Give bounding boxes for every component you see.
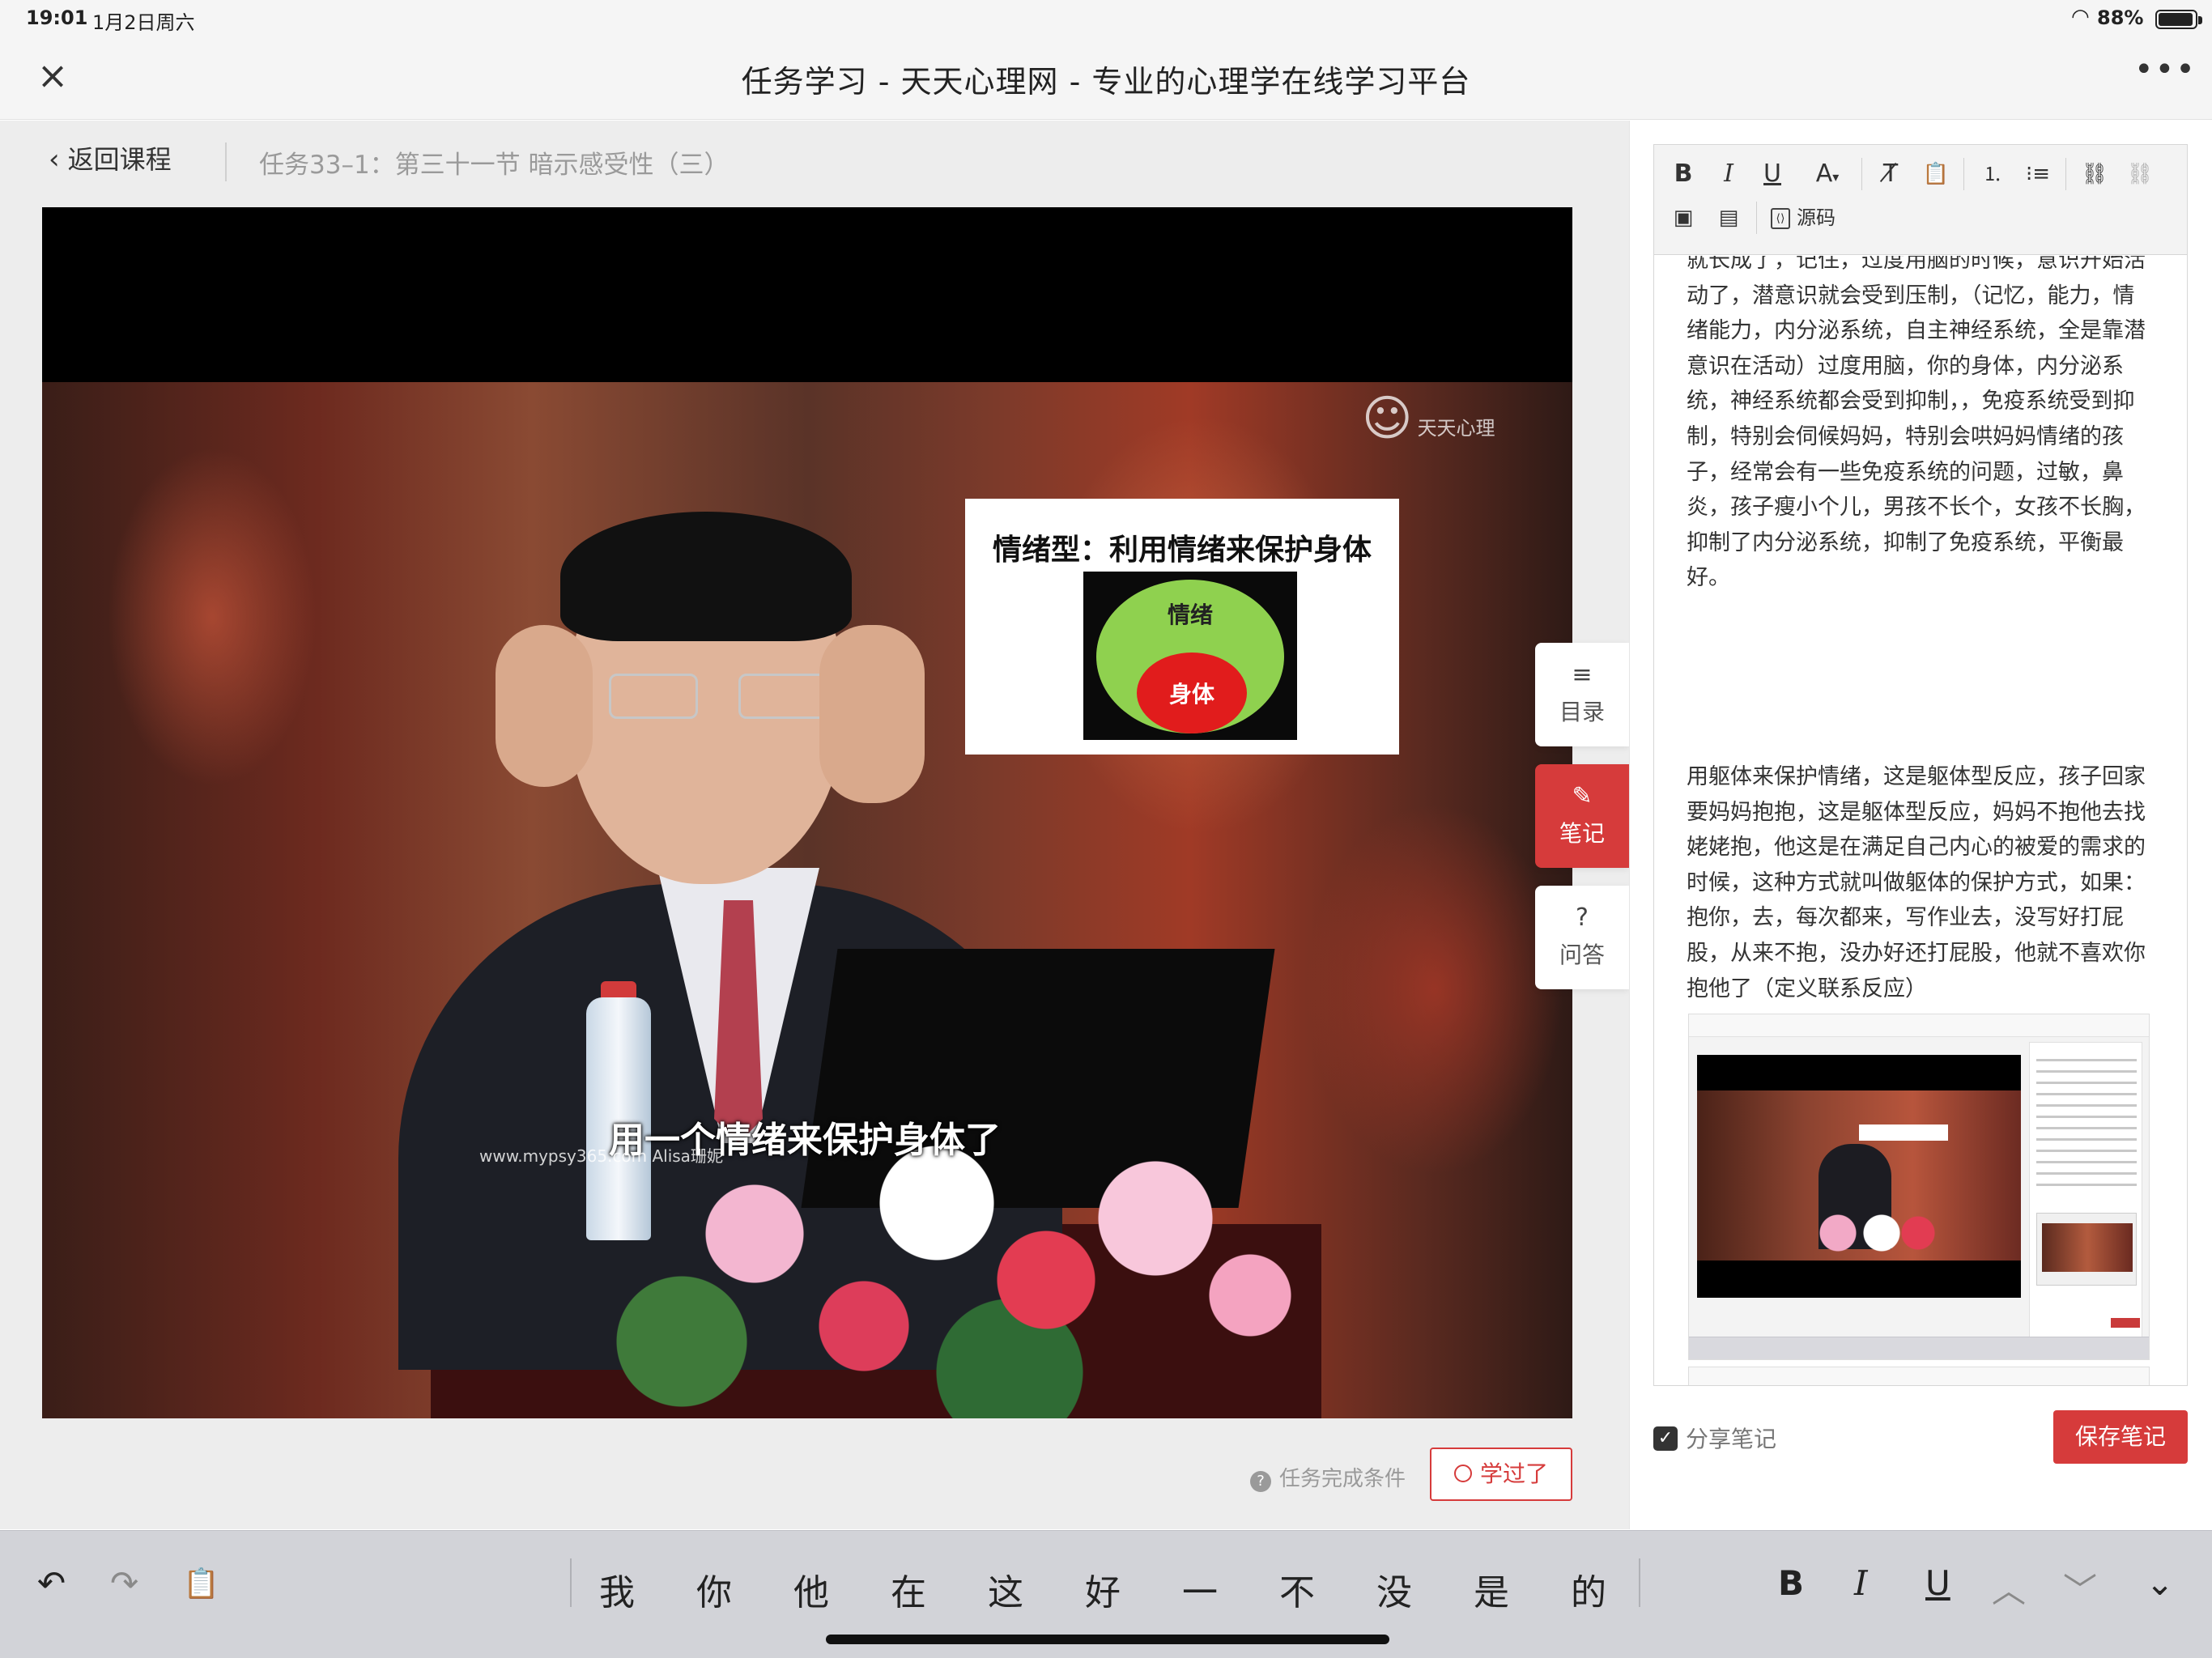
note-editor[interactable]: B I U A▾ T̸ 📋 ⒈ ⁝≡ ⛓ ⛓ ▣ ▤ ⟨⟩ 源码 就长成了，记住，… bbox=[1653, 144, 2188, 1386]
source-code-label: 源码 bbox=[1797, 206, 1836, 229]
list-icon: ≡ bbox=[1572, 661, 1593, 689]
note-paragraph: 用躯体来保护情绪，这是躯体型反应，孩子回家要妈妈抱抱，这是躯体型反应，妈妈不抱他… bbox=[1687, 764, 2146, 1001]
candidate-word[interactable]: 一 bbox=[1168, 1563, 1232, 1615]
mark-learned-label: 学过了 bbox=[1479, 1460, 1548, 1487]
video-frame: 情绪型：利用情绪来保护身体 情绪 身体 ☺ 天天心理 用一个情绪来保护身体了 ww… bbox=[42, 382, 1572, 1418]
share-note-label: 分享笔记 bbox=[1686, 1426, 1777, 1452]
font-color-button[interactable]: A▾ bbox=[1803, 156, 1852, 192]
task-condition-link[interactable]: ? 任务完成条件 bbox=[1250, 1462, 1406, 1492]
candidate-word[interactable]: 你 bbox=[682, 1563, 747, 1615]
circle-icon bbox=[1453, 1465, 1472, 1482]
underline-button[interactable]: U bbox=[1755, 156, 1790, 192]
embedded-screenshot bbox=[1688, 1014, 2150, 1360]
question-icon: ? bbox=[1576, 903, 1589, 932]
table-icon[interactable]: ▤ bbox=[1711, 200, 1746, 236]
unlink-icon[interactable]: ⛓ bbox=[2122, 156, 2158, 192]
battery-percent: 88% bbox=[2097, 6, 2144, 29]
lecture-slide: 情绪型：利用情绪来保护身体 情绪 身体 bbox=[965, 499, 1399, 755]
bulleted-list-icon[interactable]: ⁝≡ bbox=[2020, 156, 2056, 192]
undo-icon[interactable]: ↶ bbox=[37, 1563, 66, 1603]
candidate-word[interactable]: 这 bbox=[973, 1563, 1038, 1615]
share-note-checkbox[interactable]: ✓ 分享笔记 bbox=[1653, 1422, 1776, 1454]
candidate-word[interactable]: 他 bbox=[779, 1563, 844, 1615]
tab-qa-label: 问答 bbox=[1559, 942, 1605, 968]
diagram-outer-label: 情绪 bbox=[1167, 602, 1213, 628]
task-condition-label: 任务完成条件 bbox=[1279, 1467, 1406, 1491]
chevron-left-icon: ‹ bbox=[49, 143, 60, 176]
hide-keyboard-icon[interactable]: ⌄ bbox=[2146, 1563, 2174, 1603]
image-icon[interactable]: ▣ bbox=[1665, 200, 1701, 236]
keyboard-bold-button[interactable]: B bbox=[1778, 1563, 1804, 1603]
slide-title: 情绪型：利用情绪来保护身体 bbox=[992, 534, 1372, 567]
task-title: 任务33–1：第三十一节 暗示感受性（三） bbox=[259, 151, 730, 180]
chevron-down-icon[interactable]: ﹀ bbox=[2063, 1563, 2097, 1613]
back-to-course-label: 返回课程 bbox=[67, 144, 172, 175]
window-title-bar: × 任务学习 - 天天心理网 - 专业的心理学在线学习平台 ••• bbox=[0, 39, 2212, 120]
diagram-inner-label: 身体 bbox=[1168, 681, 1214, 708]
source-icon: ⟨⟩ bbox=[1771, 208, 1790, 229]
editor-toolbar: B I U A▾ T̸ 📋 ⒈ ⁝≡ ⛓ ⛓ ▣ ▤ ⟨⟩ 源码 bbox=[1654, 145, 2187, 255]
save-note-button[interactable]: 保存笔记 bbox=[2053, 1410, 2188, 1464]
candidate-word[interactable]: 好 bbox=[1070, 1563, 1135, 1615]
keyboard-shortcut-bar: ↶ ↷ 📋 我 你 他 在 这 好 一 不 没 是 的 B I U ︿ ﹀ ⌄ bbox=[0, 1530, 2212, 1658]
back-to-course-link[interactable]: ‹ 返回课程 bbox=[49, 139, 172, 176]
source-code-button[interactable]: ⟨⟩ 源码 bbox=[1771, 200, 1836, 236]
paste-icon[interactable]: 📋 bbox=[1918, 156, 1954, 192]
font-color-label: A bbox=[1815, 159, 1833, 188]
clear-format-icon[interactable]: T̸ bbox=[1873, 156, 1908, 192]
embedded-screenshot bbox=[1688, 1367, 2150, 1385]
italic-button[interactable]: I bbox=[1711, 156, 1746, 192]
tab-qa[interactable]: ? 问答 bbox=[1535, 886, 1629, 989]
candidate-word[interactable]: 没 bbox=[1362, 1563, 1427, 1615]
page-title: 任务学习 - 天天心理网 - 专业的心理学在线学习平台 bbox=[741, 64, 1471, 100]
video-player[interactable]: 情绪型：利用情绪来保护身体 情绪 身体 ☺ 天天心理 用一个情绪来保护身体了 ww… bbox=[42, 207, 1572, 1418]
pencil-icon: ✎ bbox=[1572, 782, 1593, 810]
status-date: 1月2日周六 bbox=[92, 11, 195, 34]
home-indicator bbox=[826, 1635, 1389, 1644]
tab-toc[interactable]: ≡ 目录 bbox=[1535, 643, 1629, 746]
note-content[interactable]: 就长成了，记住，过度用脑的时候，意识开始活动了，潜意识就会受到压制，（记忆，能力… bbox=[1654, 256, 2187, 1385]
video-watermark: ☺ 天天心理 bbox=[1362, 390, 1495, 447]
tab-toc-label: 目录 bbox=[1559, 699, 1605, 725]
chevron-up-icon[interactable]: ︿ bbox=[1992, 1563, 2026, 1613]
candidate-word[interactable]: 的 bbox=[1556, 1563, 1621, 1615]
mark-learned-button[interactable]: 学过了 bbox=[1430, 1448, 1572, 1501]
breadcrumb-divider bbox=[225, 142, 227, 181]
status-bar: 19:01 1月2日周六 ◠ 88% bbox=[0, 0, 2212, 39]
tab-note-label: 笔记 bbox=[1559, 820, 1605, 847]
bold-button[interactable]: B bbox=[1665, 156, 1701, 192]
more-options-icon[interactable]: ••• bbox=[2134, 53, 2195, 94]
clipboard-icon[interactable]: 📋 bbox=[183, 1567, 219, 1601]
tab-note[interactable]: ✎ 笔记 bbox=[1535, 764, 1629, 868]
checkmark-icon: ✓ bbox=[1653, 1426, 1678, 1451]
note-paragraph: 就长成了，记住，过度用脑的时候，意识开始活动了，潜意识就会受到压制，（记忆，能力… bbox=[1687, 256, 2146, 591]
candidate-word[interactable]: 我 bbox=[585, 1563, 649, 1615]
help-icon: ? bbox=[1250, 1471, 1271, 1492]
link-icon[interactable]: ⛓ bbox=[2077, 156, 2112, 192]
candidate-word[interactable]: 不 bbox=[1265, 1563, 1329, 1615]
numbered-list-icon[interactable]: ⒈ bbox=[1975, 156, 2010, 192]
battery-icon bbox=[2155, 10, 2202, 29]
status-time: 19:01 bbox=[26, 6, 88, 29]
candidate-word[interactable]: 在 bbox=[876, 1563, 941, 1615]
watermark-text: 天天心理 bbox=[1417, 417, 1495, 440]
candidate-word[interactable]: 是 bbox=[1459, 1563, 1524, 1615]
video-site-mark: www.mypsy365.com Alisa珊妮 bbox=[479, 1146, 723, 1166]
redo-icon[interactable]: ↷ bbox=[110, 1563, 138, 1603]
keyboard-underline-button[interactable]: U bbox=[1925, 1563, 1950, 1603]
smile-logo-icon: ☺ bbox=[1362, 390, 1413, 447]
keyboard-italic-button[interactable]: I bbox=[1854, 1563, 1868, 1603]
wifi-icon: ◠ bbox=[2071, 5, 2090, 29]
